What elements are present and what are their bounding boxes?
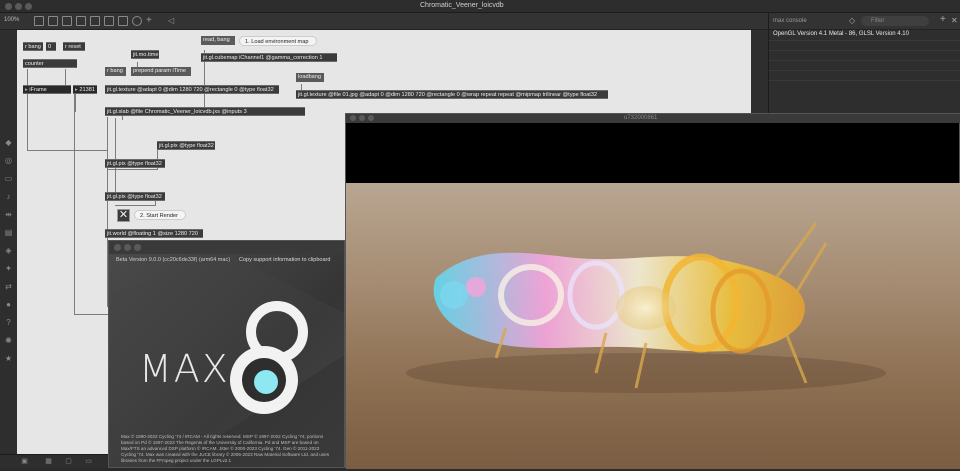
counter-object[interactable]: counter	[23, 59, 77, 68]
about-minimize-button[interactable]	[124, 244, 131, 251]
gl-texture-file-object[interactable]: jit.gl.texture @file 01.jpg @adapt 0 @di…	[296, 90, 608, 99]
render-window-titlebar: u732000861	[346, 114, 960, 123]
swap-icon[interactable]: ⇄	[4, 282, 13, 291]
console-line-text: OpenGL Version 4.1 Metal - 86, GLSL Vers…	[773, 31, 909, 37]
message-icon[interactable]	[76, 16, 86, 26]
console-line-empty	[769, 61, 960, 71]
edit-icon[interactable]	[48, 16, 58, 26]
max-logo-text: MAX	[139, 347, 230, 391]
console-icon[interactable]: ▣	[20, 457, 29, 466]
logo-cyan-dot	[254, 370, 278, 394]
close-window-button[interactable]	[5, 3, 12, 10]
number-icon[interactable]	[118, 16, 128, 26]
window-titlebar: Chromatic_Veener_loicvdb	[0, 0, 960, 13]
about-close-button[interactable]	[114, 244, 121, 251]
zoom-window-button[interactable]	[25, 3, 32, 10]
gl-slab-object[interactable]: jit.gl.slab @file Chromatic_Veener_loicv…	[105, 107, 305, 116]
load-environment-comment: 1. Load environment map	[239, 36, 317, 46]
scale-icon[interactable]: ⇹	[4, 210, 13, 219]
console-title: max console	[773, 18, 807, 24]
transport-icon[interactable]: ◁	[168, 16, 174, 25]
render-zoom-button[interactable]	[368, 115, 374, 121]
console-filter-input[interactable]: Filter	[861, 16, 929, 26]
minimize-window-button[interactable]	[15, 3, 22, 10]
zoom-level[interactable]: 100%	[4, 17, 19, 23]
about-titlebar	[109, 241, 344, 254]
iframe-label-text: iFrame	[29, 87, 47, 93]
about-zoom-button[interactable]	[134, 244, 141, 251]
number-box-zero[interactable]: 0	[46, 42, 56, 51]
version-text: Beta Version 9.0.0 (cc20c6de33f) (arm64 …	[116, 257, 231, 263]
jit-world-object[interactable]: jit.world @floating 1 @size 1280 720	[105, 229, 203, 238]
console-line-empty	[769, 71, 960, 81]
add-icon[interactable]: +	[146, 15, 152, 26]
read-bang-message[interactable]: read, bang	[201, 36, 235, 45]
copy-support-link[interactable]: Copy support information to clipboard	[239, 257, 330, 263]
grid-icon[interactable]: ▦	[44, 457, 53, 466]
console-line: OpenGL Version 4.1 Metal - 86, GLSL Vers…	[769, 30, 960, 41]
console-line-empty	[769, 51, 960, 61]
info-icon[interactable]: ●	[4, 300, 13, 309]
console-close-icon[interactable]: ✕	[951, 16, 958, 25]
cube-icon[interactable]: ◆	[4, 138, 13, 147]
jit-mo-time-object[interactable]: jit.mo.time	[131, 50, 159, 59]
glass-creature-render	[406, 222, 886, 393]
lock-icon[interactable]: ▢	[64, 457, 73, 466]
legal-text: Max © 1990-2022 Cycling '74 / IRCAM - Al…	[121, 434, 330, 463]
iframe-number-box[interactable]: ▸ 21381	[73, 85, 97, 94]
dial-icon[interactable]	[132, 16, 142, 26]
presentation-icon[interactable]: ▭	[84, 457, 93, 466]
window-title: Chromatic_Veener_loicvdb	[420, 2, 504, 9]
console-header: max console ◇ Filter + ✕	[769, 13, 960, 30]
about-max-window: Beta Version 9.0.0 (cc20c6de33f) (arm64 …	[108, 240, 345, 468]
console-add-icon[interactable]: +	[940, 14, 946, 25]
music-note-icon[interactable]: ♪	[4, 192, 13, 201]
gl-pix-object-low[interactable]: jit.gl.pix @type float32	[105, 192, 165, 201]
keyboard-icon[interactable]: ▭	[4, 174, 13, 183]
console-options-icon[interactable]: ◇	[849, 16, 855, 25]
render-minimize-button[interactable]	[359, 115, 365, 121]
patcher-toolbar: 100% + ◁	[0, 13, 768, 30]
puzzle-icon[interactable]: ✦	[4, 264, 13, 273]
gl-texture-object[interactable]: jit.gl.texture @adapt 0 @dim 1280 720 @r…	[105, 85, 279, 94]
help-icon[interactable]: ?	[4, 318, 13, 327]
r-bang-object[interactable]: r bang	[23, 42, 43, 51]
object-icon[interactable]	[62, 16, 72, 26]
render-window[interactable]: u732000861	[345, 113, 960, 469]
r-bang-object-2[interactable]: r bang	[105, 67, 126, 76]
start-toggle[interactable]: ✕	[117, 209, 130, 222]
button-icon[interactable]	[90, 16, 100, 26]
console-line-empty	[769, 41, 960, 51]
start-render-comment: 2. Start Render	[134, 210, 186, 220]
render-scene	[346, 183, 960, 469]
tag-icon[interactable]: ◈	[4, 246, 13, 255]
r-reset-object[interactable]: r reset	[63, 42, 85, 51]
gl-pix-object-mid[interactable]: jit.gl.pix @type float32	[105, 159, 165, 168]
cubemap-object[interactable]: jit.gl.cubemap iChannel1 @gamma_correcti…	[201, 53, 337, 62]
cog-icon[interactable]: ✺	[4, 336, 13, 345]
render-window-title: u732000861	[624, 115, 658, 121]
toggle-icon[interactable]	[104, 16, 114, 26]
iframe-value: 21381	[79, 87, 95, 93]
gl-pix-object-right[interactable]: jit.gl.pix @type float32	[157, 141, 215, 150]
prepend-message[interactable]: prepend param iTime	[131, 67, 191, 76]
loadbang-object[interactable]: loadbang	[296, 73, 324, 82]
about-background: Beta Version 9.0.0 (cc20c6de33f) (arm64 …	[109, 254, 344, 467]
book-icon[interactable]: ▤	[4, 228, 13, 237]
iframe-label: ▸ iFrame	[23, 85, 71, 94]
present-icon[interactable]	[34, 16, 44, 26]
render-close-button[interactable]	[350, 115, 356, 121]
star-icon[interactable]: ★	[4, 354, 13, 363]
globe-icon[interactable]: ◎	[4, 156, 13, 165]
max-8-logo	[230, 301, 308, 414]
left-sidebar: ◆ ◎ ▭ ♪ ⇹ ▤ ◈ ✦ ⇄ ● ? ✺ ★	[0, 30, 17, 454]
